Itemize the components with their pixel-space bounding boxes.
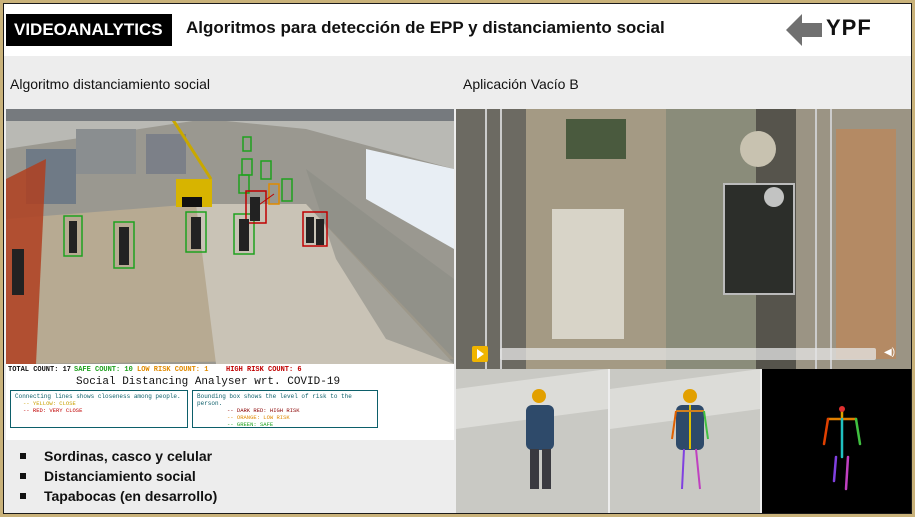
list-item: Tapabocas (en desarrollo) [18,488,217,508]
social-distancing-video [6,109,454,364]
left-section-label: Algoritmo distanciamiento social [10,76,210,92]
worker-thumbnail [456,369,608,513]
legend-boxes-title: Bounding box shows the level of risk to … [197,393,352,407]
skeleton-thumbnail [762,369,911,513]
legend-lines-title: Connecting lines shows closeness among p… [15,393,181,400]
list-item: Distanciamiento social [18,468,217,488]
section-badge: VIDEOANALYTICS [6,14,172,46]
worker-image [456,369,608,513]
arrow-left-icon [786,14,822,46]
video-player-controls: ◀) [456,340,911,368]
safe-count: SAFE COUNT: 10 [74,366,133,374]
aerial-scene [456,109,911,369]
volume-icon[interactable]: ◀) [884,347,900,361]
slide-title: Algoritmos para detección de EPP y dista… [186,18,665,37]
analyser-title: Social Distancing Analyser wrt. COVID-19 [76,376,341,388]
legend-lines: Connecting lines shows closeness among p… [10,390,188,428]
legend-dark-red: -- DARK RED: HIGH RISK [227,407,300,414]
header: VIDEOANALYTICS Algoritmos para detección… [4,4,911,56]
legend-green: -- GREEN: SAFE [227,421,274,428]
legend-orange: -- ORANGE: LOW RISK [227,414,290,421]
high-risk-count: HIGH RISK COUNT: 6 [226,366,302,374]
pose-overlay-image [610,369,760,513]
progress-track[interactable] [500,348,876,360]
analyser-stats-panel: TOTAL COUNT: 17 SAFE COUNT: 10 LOW RISK … [6,364,454,440]
pose-overlay-thumbnail [610,369,760,513]
aerial-video [456,109,911,369]
legend-red: -- RED: VERY CLOSE [23,407,83,414]
right-section-label: Aplicación Vacío B [463,76,579,92]
play-icon[interactable] [472,346,488,362]
site-scene [6,109,454,364]
list-item: Sordinas, casco y celular [18,448,217,468]
logo-text: YPF [826,15,872,40]
feature-list: Sordinas, casco y celular Distanciamient… [18,448,217,508]
ypf-logo: YPF [786,12,896,48]
skeleton-image [762,369,911,513]
total-count: TOTAL COUNT: 17 [8,366,72,374]
slide: VIDEOANALYTICS Algoritmos para detección… [4,4,911,513]
legend-boxes: Bounding box shows the level of risk to … [192,390,378,428]
low-risk-count: LOW RISK COUNT: 1 [137,366,209,374]
legend-yellow: -- YELLOW: CLOSE [23,400,76,407]
